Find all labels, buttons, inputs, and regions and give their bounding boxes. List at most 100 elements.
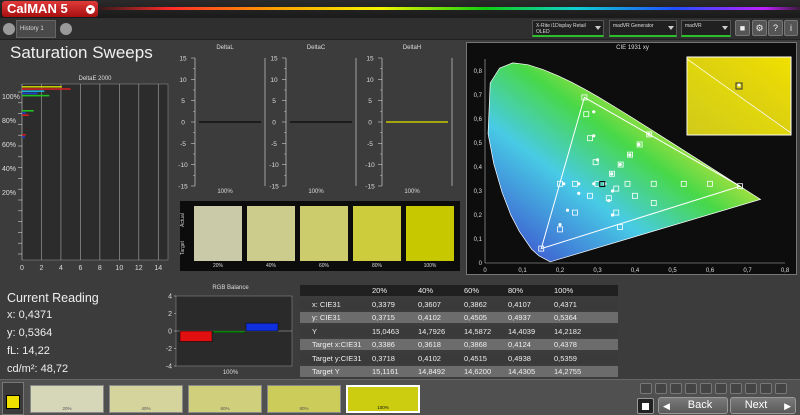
deltae-bar xyxy=(22,136,25,138)
patch-60[interactable]: 60% xyxy=(188,385,262,413)
camera-icon[interactable] xyxy=(640,383,652,394)
delta-y-tick: 5 xyxy=(368,98,372,105)
delta-y-tick: 0 xyxy=(272,120,276,127)
delta-y-tick: -15 xyxy=(365,184,375,191)
patch-40[interactable]: 40% xyxy=(109,385,183,413)
filter-icon[interactable] xyxy=(730,383,742,394)
swatch-label: 20% xyxy=(212,263,223,269)
rgb-y-tick: -2 xyxy=(166,346,172,353)
snapshot-icon[interactable] xyxy=(655,383,667,394)
table-cell: 0,4102 xyxy=(418,353,441,363)
repeat-icon[interactable] xyxy=(700,383,712,394)
delta-y-tick: 5 xyxy=(181,98,185,105)
info-icon[interactable]: i xyxy=(784,20,798,36)
delta-plots: 15 10 5 0 -5 -10 -15 15 10 5 0 -5 -10 -15 15 10 5 0 -5 -10 -… xyxy=(178,56,453,191)
actual-marker xyxy=(610,172,614,176)
deltae-x-tick: 6 xyxy=(78,265,82,272)
delta-y-tick: 10 xyxy=(270,77,278,84)
deltae-bar xyxy=(22,92,38,95)
cie-x-tick: 0,2 xyxy=(556,268,565,274)
swatch-label: 40% xyxy=(265,263,276,269)
title-bar: CalMAN 5 xyxy=(0,0,800,18)
cie-y-tick: 0,7 xyxy=(474,93,483,99)
back-button[interactable]: ◀ Back xyxy=(658,397,728,414)
meter-select[interactable]: X-Rite i1Display Retail OLED xyxy=(532,20,604,37)
deltae-bar xyxy=(22,114,29,116)
delta-y-tick: -15 xyxy=(269,184,279,191)
read-series-icon[interactable] xyxy=(670,383,682,394)
table-cell: 0,4937 xyxy=(508,313,531,322)
target-icon[interactable] xyxy=(715,383,727,394)
color-swatch-panel: Actual Target 20% 40% 60% 80% 100% xyxy=(180,201,460,271)
cie-x-tick: 0,7 xyxy=(743,268,752,274)
deltae-bar xyxy=(22,88,71,90)
cie-chart-panel: CIE 1931 xy 0 0,1 0,2 0,3 0,4 0,5 0,6 0,7 0,8 0,8… xyxy=(466,42,797,275)
options-icon[interactable] xyxy=(760,383,772,394)
cie-x-tick: 0 xyxy=(483,268,487,274)
deltae-y-tick: 80% xyxy=(2,118,16,125)
app-window: CalMAN 5 History 1 X-Rite i1Display Reta… xyxy=(0,0,800,415)
table-row: Target y:CIE31 0,3718 0,4102 0,4515 0,4938 0,… xyxy=(300,352,618,364)
forward-circle-icon[interactable] xyxy=(60,23,72,35)
deltae-x-tick: 8 xyxy=(98,265,102,272)
generator-select[interactable]: madVR Generator xyxy=(609,20,677,37)
table-cell: 0,4371 xyxy=(554,299,577,309)
cie-y-tick: 0,8 xyxy=(474,69,483,75)
delta-y-tick: 15 xyxy=(270,56,278,63)
back-circle-icon[interactable] xyxy=(3,23,15,35)
table-cell: 0,3868 xyxy=(464,340,487,349)
next-button-label: Next xyxy=(744,399,768,411)
table-row: Y 15,0463 14,7926 14,5872 14,4039 14,2182 xyxy=(300,325,618,337)
toolbar: History 1 X-Rite i1Display Retail OLED m… xyxy=(0,18,800,40)
next-button[interactable]: Next ▶ xyxy=(730,397,796,414)
reading-x: x: 0,4371 xyxy=(7,309,53,321)
table-cell: 0,4515 xyxy=(464,353,487,363)
row-label: Y xyxy=(312,326,318,336)
actual-label: Actual xyxy=(180,213,186,227)
patch-label: 20% xyxy=(62,406,72,411)
back-button-label: Back xyxy=(687,399,713,411)
table-cell: 0,4102 xyxy=(418,313,441,322)
actual-marker xyxy=(592,134,596,138)
swatch-20 xyxy=(194,206,242,261)
table-cell: 14,8492 xyxy=(418,367,446,376)
table-cell: 0,3862 xyxy=(464,299,487,309)
table-cell: 0,3607 xyxy=(418,299,441,309)
deltae-bar xyxy=(22,86,62,88)
reading-y: y: 0,5364 xyxy=(7,327,53,339)
help-icon[interactable]: ? xyxy=(768,20,783,36)
chevron-down-icon xyxy=(86,5,95,14)
current-patch-frame xyxy=(2,382,24,415)
chevron-down-icon xyxy=(595,26,601,30)
continuous-icon[interactable] xyxy=(685,383,697,394)
generator-name: madVR Generator xyxy=(613,23,654,29)
table-cell: 14,7926 xyxy=(418,326,446,336)
actual-marker xyxy=(592,110,596,114)
bottom-bar: 20% 40% 60% 80% 100% ◀ Back Next ▶ xyxy=(0,379,800,415)
display-select[interactable]: madVR xyxy=(681,20,731,37)
arrow-icon[interactable] xyxy=(775,383,787,394)
app-menu-button[interactable]: CalMAN 5 xyxy=(2,1,98,17)
settings-icon[interactable]: ⚙ xyxy=(752,20,767,36)
actual-marker xyxy=(592,182,596,186)
patch-80[interactable]: 80% xyxy=(267,385,341,413)
table-cell: 0,3715 xyxy=(372,313,395,322)
swatch-40 xyxy=(247,206,295,261)
patch-100[interactable]: 100% xyxy=(346,385,420,413)
rgb-bar-r xyxy=(179,330,213,342)
stop-button[interactable] xyxy=(637,398,654,414)
delta-y-tick: -15 xyxy=(178,184,188,191)
current-patch-swatch xyxy=(6,395,20,409)
table-cell: 14,5872 xyxy=(464,326,492,336)
tab-history[interactable]: History 1 xyxy=(16,20,56,38)
table-row: Target x:CIE31 0,3386 0,3618 0,3868 0,4124 0,… xyxy=(300,339,618,350)
delta-y-tick: -10 xyxy=(269,162,279,169)
delta-y-tick: 10 xyxy=(366,77,374,84)
list-icon[interactable] xyxy=(745,383,757,394)
display-control-button[interactable]: ■ xyxy=(735,20,750,36)
table-row: Target Y 15,1161 14,8492 14,6200 14,4305 14,2… xyxy=(300,366,618,377)
cie-x-tick: 0,1 xyxy=(518,268,527,274)
rgb-balance-plot: 4 2 0 -2 -4 xyxy=(166,294,293,371)
patch-20[interactable]: 20% xyxy=(30,385,104,413)
table-cell: 0,5359 xyxy=(554,353,577,363)
